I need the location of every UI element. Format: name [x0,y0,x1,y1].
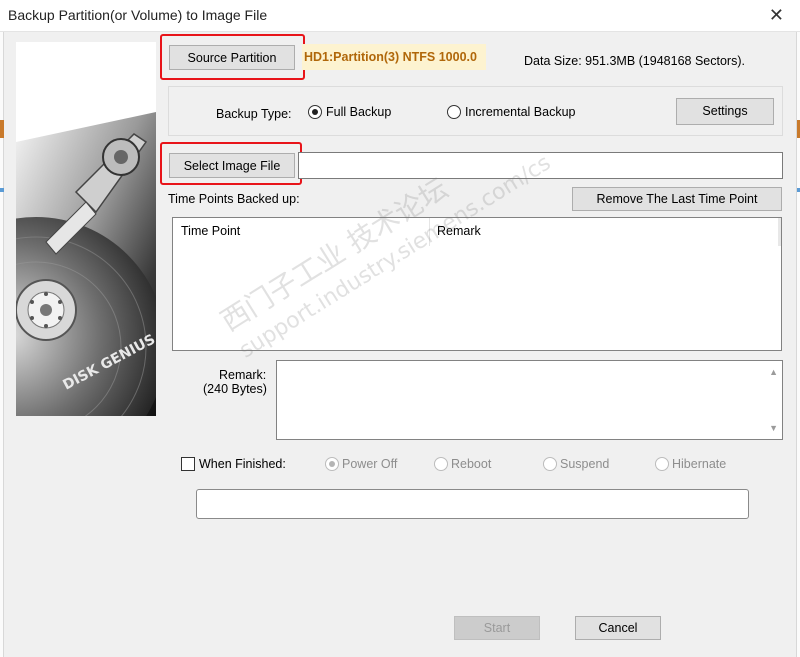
edge-mark [0,188,4,192]
backup-type-label: Backup Type: [216,107,292,121]
reboot-label[interactable]: Reboot [451,457,491,471]
table-scrollbar[interactable] [778,218,781,246]
remark-textarea[interactable]: ▲ ▼ [276,360,783,440]
column-header-time-point[interactable]: Time Point [181,224,240,238]
column-divider[interactable] [429,218,430,246]
suspend-radio[interactable] [543,457,557,471]
scroll-down-icon[interactable]: ▼ [769,423,778,433]
suspend-label[interactable]: Suspend [560,457,609,471]
highlight-box [160,34,305,80]
source-partition-display: HD1:Partition(3) NTFS 1000.0 [302,44,486,70]
hard-disk-icon: DISK GENIUS [16,42,156,416]
progress-bar [196,489,749,519]
right-window-edge [796,32,800,657]
backup-type-group: Backup Type: Full Backup Incremental Bac… [168,86,783,136]
power-off-label[interactable]: Power Off [342,457,397,471]
title-bar: Backup Partition(or Volume) to Image Fil… [0,0,800,32]
when-finished-checkbox[interactable] [181,457,195,471]
full-backup-radio[interactable] [308,105,322,119]
time-points-label: Time Points Backed up: [168,192,300,206]
data-size-label: Data Size: 951.3MB (1948168 Sectors). [524,54,745,68]
start-button[interactable]: Start [454,616,540,640]
hibernate-label[interactable]: Hibernate [672,457,726,471]
reboot-radio[interactable] [434,457,448,471]
window-title: Backup Partition(or Volume) to Image Fil… [8,7,268,23]
incremental-backup-label[interactable]: Incremental Backup [465,105,575,119]
full-backup-label[interactable]: Full Backup [326,105,391,119]
incremental-backup-radio[interactable] [447,105,461,119]
power-off-radio[interactable] [325,457,339,471]
left-window-edge [0,32,4,657]
when-finished-label[interactable]: When Finished: [199,457,286,471]
column-header-remark[interactable]: Remark [437,224,481,238]
remove-last-time-point-button[interactable]: Remove The Last Time Point [572,187,782,211]
close-icon[interactable]: ✕ [769,5,784,26]
edge-mark [0,120,4,138]
disk-genius-image: DISK GENIUS [16,42,156,416]
settings-button[interactable]: Settings [676,98,774,125]
time-points-table[interactable]: Time Point Remark [172,217,782,351]
scroll-up-icon[interactable]: ▲ [769,367,778,377]
highlight-box [160,142,302,185]
cancel-button[interactable]: Cancel [575,616,661,640]
image-file-path-field[interactable] [298,152,783,179]
remark-label: Remark: [219,368,267,382]
hibernate-radio[interactable] [655,457,669,471]
remark-size-label: (240 Bytes) [203,382,267,396]
